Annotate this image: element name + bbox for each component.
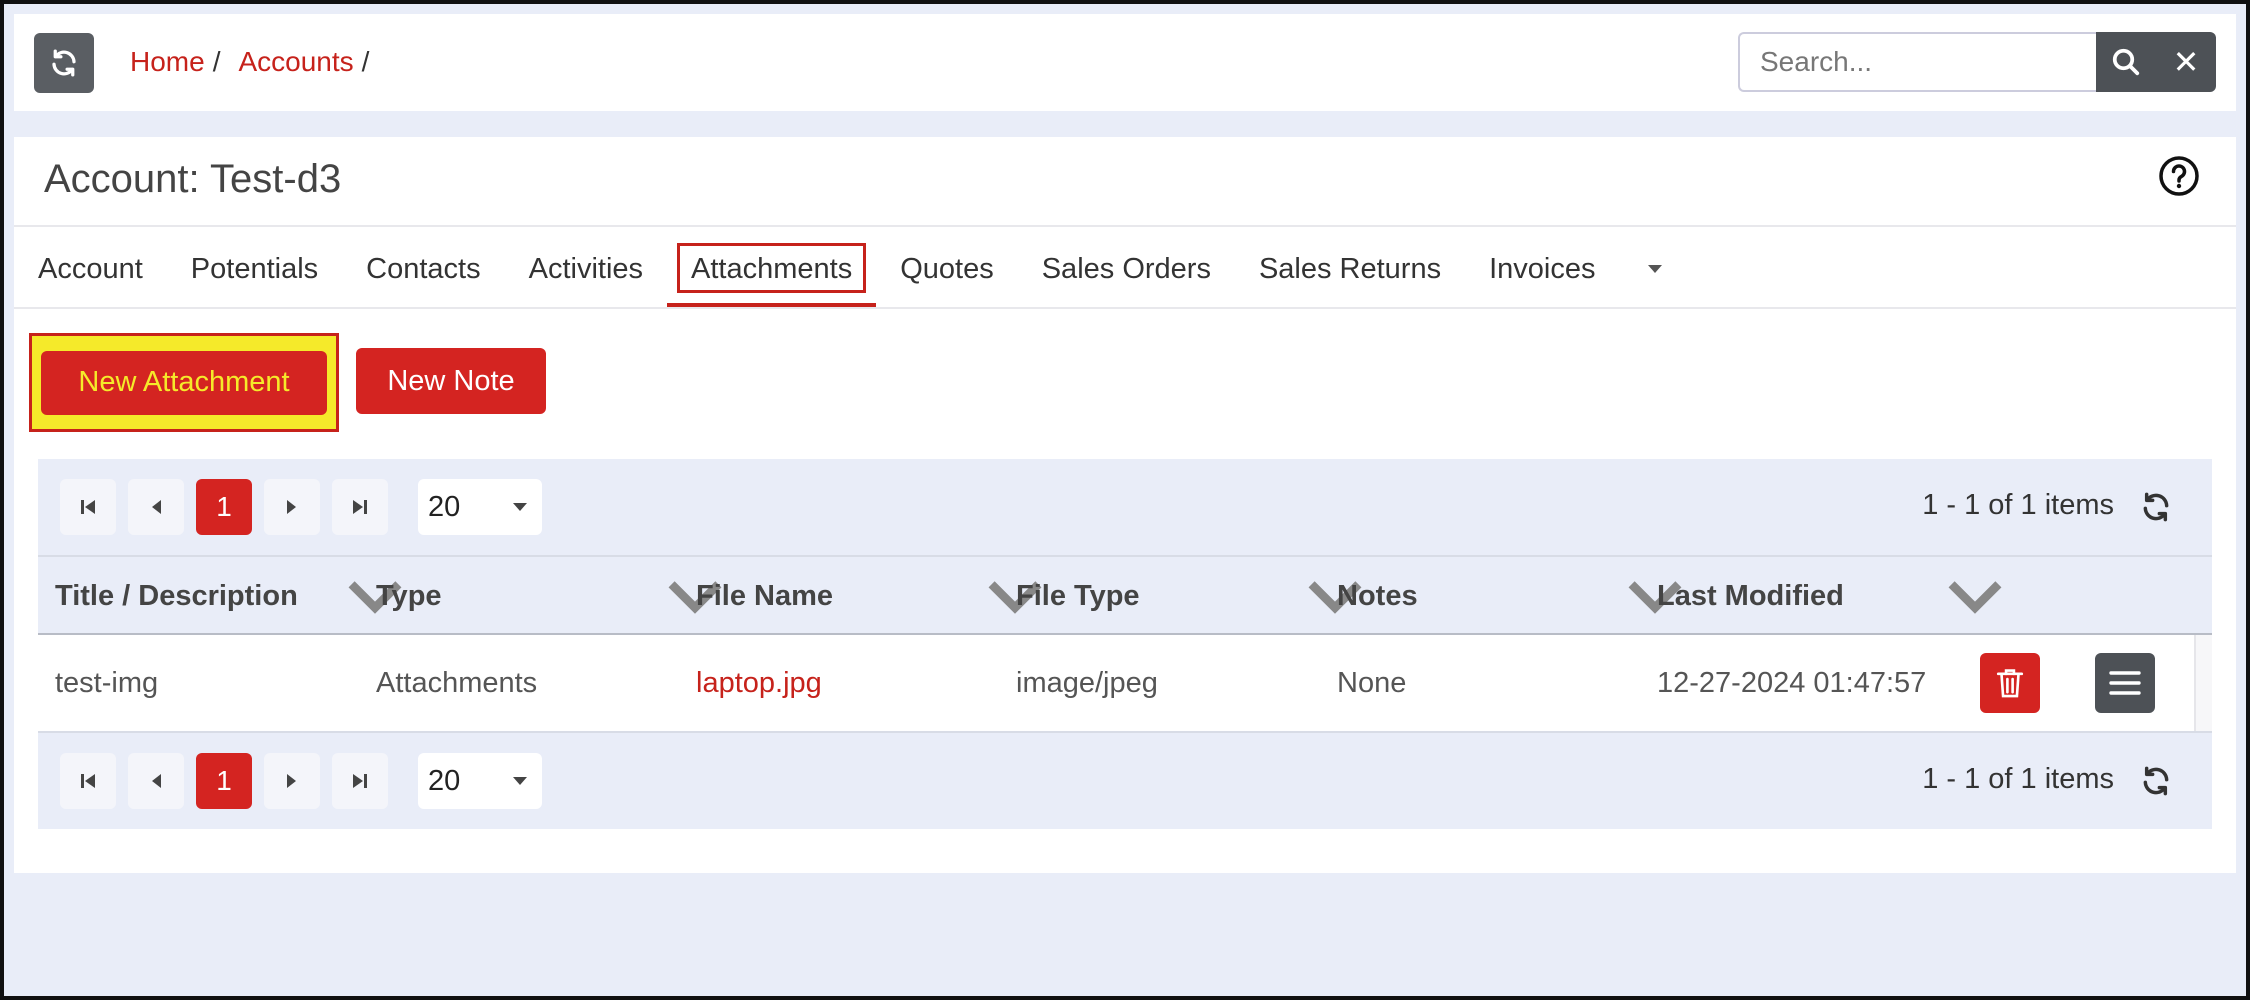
prev-page-icon (152, 500, 161, 514)
new-attachment-highlight: New Attachment (29, 333, 339, 432)
caret-down-icon (1647, 265, 1662, 273)
tab-label: Invoices (1489, 252, 1596, 285)
divider (14, 225, 2236, 227)
tab-sales-returns[interactable]: Sales Returns (1235, 229, 1465, 309)
tab-label: Quotes (900, 252, 994, 285)
divider (14, 307, 2236, 309)
column-header-file-type[interactable]: File Type (1016, 557, 1140, 635)
new-attachment-button[interactable]: New Attachment (41, 350, 327, 415)
cell-type: Attachments (376, 666, 538, 699)
close-icon: ✕ (2172, 44, 2200, 80)
next-page-icon (287, 774, 296, 788)
breadcrumb-separator: / (212, 46, 221, 77)
next-page-button[interactable] (264, 479, 320, 535)
column-header-title[interactable]: Title / Description (55, 557, 298, 635)
refresh-icon[interactable] (2140, 491, 2172, 523)
last-page-icon (353, 500, 367, 514)
tab-label: Sales Returns (1258, 252, 1442, 285)
tab-account[interactable]: Account (14, 229, 167, 309)
tab-label: Sales Orders (1041, 252, 1211, 285)
cell-file-type: image/jpeg (1016, 666, 1158, 699)
table-row: test-img Attachments laptop.jpg image/jp… (38, 635, 2212, 733)
pager-bottom: 1 20 1 - 1 of 1 items (38, 733, 2212, 829)
cell-title: test-img (55, 666, 159, 699)
tab-label: Account (38, 252, 143, 285)
attachments-grid: 1 20 1 - 1 of 1 items Title / Descriptio… (38, 459, 2212, 829)
caret-down-icon (513, 503, 527, 511)
last-page-button[interactable] (332, 479, 388, 535)
tab-invoices[interactable]: Invoices (1465, 229, 1619, 309)
column-header-last-modified[interactable]: Last Modified (1657, 557, 1844, 635)
cell-last-modified: 12-27-2024 01:47:57 (1657, 666, 1927, 699)
column-header-label: Notes (1337, 579, 1418, 612)
tab-label: Attachments (691, 252, 853, 285)
breadcrumb-home-link[interactable]: Home (130, 46, 205, 78)
cell-file-name-link[interactable]: laptop.jpg (696, 635, 822, 731)
tab-label: Activities (528, 252, 644, 285)
pager-info: 1 - 1 of 1 items (1922, 489, 2114, 521)
caret-down-icon (513, 777, 527, 785)
breadcrumb: Home / Accounts / (130, 44, 387, 80)
hamburger-menu-icon (2109, 671, 2141, 695)
more-tabs-dropdown[interactable] (1630, 229, 1680, 309)
tab-label: Contacts (366, 252, 481, 285)
prev-page-icon (152, 774, 161, 788)
first-page-icon (81, 774, 95, 788)
scrollbar-gutter (2194, 635, 2212, 731)
first-page-icon (81, 500, 95, 514)
last-page-icon (353, 774, 367, 788)
refresh-icon (52, 49, 76, 77)
tab-quotes[interactable]: Quotes (876, 229, 1018, 309)
chevron-down-icon[interactable] (1936, 557, 2014, 635)
prev-page-button[interactable] (128, 479, 184, 535)
top-bar: Home / Accounts / ✕ (14, 14, 2236, 111)
column-header-type[interactable]: Type (376, 557, 442, 635)
pager-info: 1 - 1 of 1 items (1922, 763, 2114, 795)
first-page-button[interactable] (60, 479, 116, 535)
search-icon (2112, 48, 2140, 76)
cell-notes: None (1337, 666, 1407, 699)
column-header-label: Type (376, 579, 442, 612)
next-page-icon (287, 500, 296, 514)
column-header-file-name[interactable]: File Name (696, 557, 833, 635)
page-title: Account: Test-d3 (44, 157, 342, 201)
search-button[interactable] (2096, 32, 2156, 92)
tab-attachments[interactable]: Attachments (667, 229, 877, 309)
last-page-button[interactable] (332, 753, 388, 809)
breadcrumb-accounts-link[interactable]: Accounts (238, 46, 353, 78)
row-menu-button[interactable] (2095, 653, 2155, 713)
table-header: Title / Description Type File Name File … (38, 555, 2212, 635)
pager-top: 1 20 1 - 1 of 1 items (38, 459, 2212, 555)
column-header-label: Last Modified (1657, 579, 1844, 612)
tab-activities[interactable]: Activities (505, 229, 667, 309)
refresh-icon[interactable] (2140, 765, 2172, 797)
page-size-value: 20 (428, 764, 461, 797)
search-input[interactable] (1738, 32, 2100, 92)
tab-bar: Account Potentials Contacts Activities A… (14, 229, 2236, 309)
page-size-value: 20 (428, 490, 461, 523)
trash-icon (1996, 669, 2024, 698)
page-1-button[interactable]: 1 (196, 753, 252, 809)
column-header-label: Title / Description (55, 579, 298, 612)
column-header-label: File Name (696, 579, 833, 612)
tab-sales-orders[interactable]: Sales Orders (1018, 229, 1235, 309)
clear-search-button[interactable]: ✕ (2156, 32, 2216, 92)
delete-row-button[interactable] (1980, 653, 2040, 713)
refresh-button[interactable] (34, 33, 94, 93)
new-note-button[interactable]: New Note (356, 348, 546, 414)
tab-label: Potentials (190, 252, 319, 285)
column-header-notes[interactable]: Notes (1337, 557, 1418, 635)
next-page-button[interactable] (264, 753, 320, 809)
prev-page-button[interactable] (128, 753, 184, 809)
first-page-button[interactable] (60, 753, 116, 809)
tab-contacts[interactable]: Contacts (342, 229, 504, 309)
page-1-button[interactable]: 1 (196, 479, 252, 535)
help-circle-icon[interactable] (2158, 155, 2200, 197)
page-size-select[interactable]: 20 (418, 753, 542, 809)
breadcrumb-separator: / (361, 46, 370, 77)
tab-potentials[interactable]: Potentials (167, 229, 342, 309)
column-header-label: File Type (1016, 579, 1140, 612)
page-size-select[interactable]: 20 (418, 479, 542, 535)
account-card: Account: Test-d3 Account Potentials Cont… (14, 137, 2236, 873)
